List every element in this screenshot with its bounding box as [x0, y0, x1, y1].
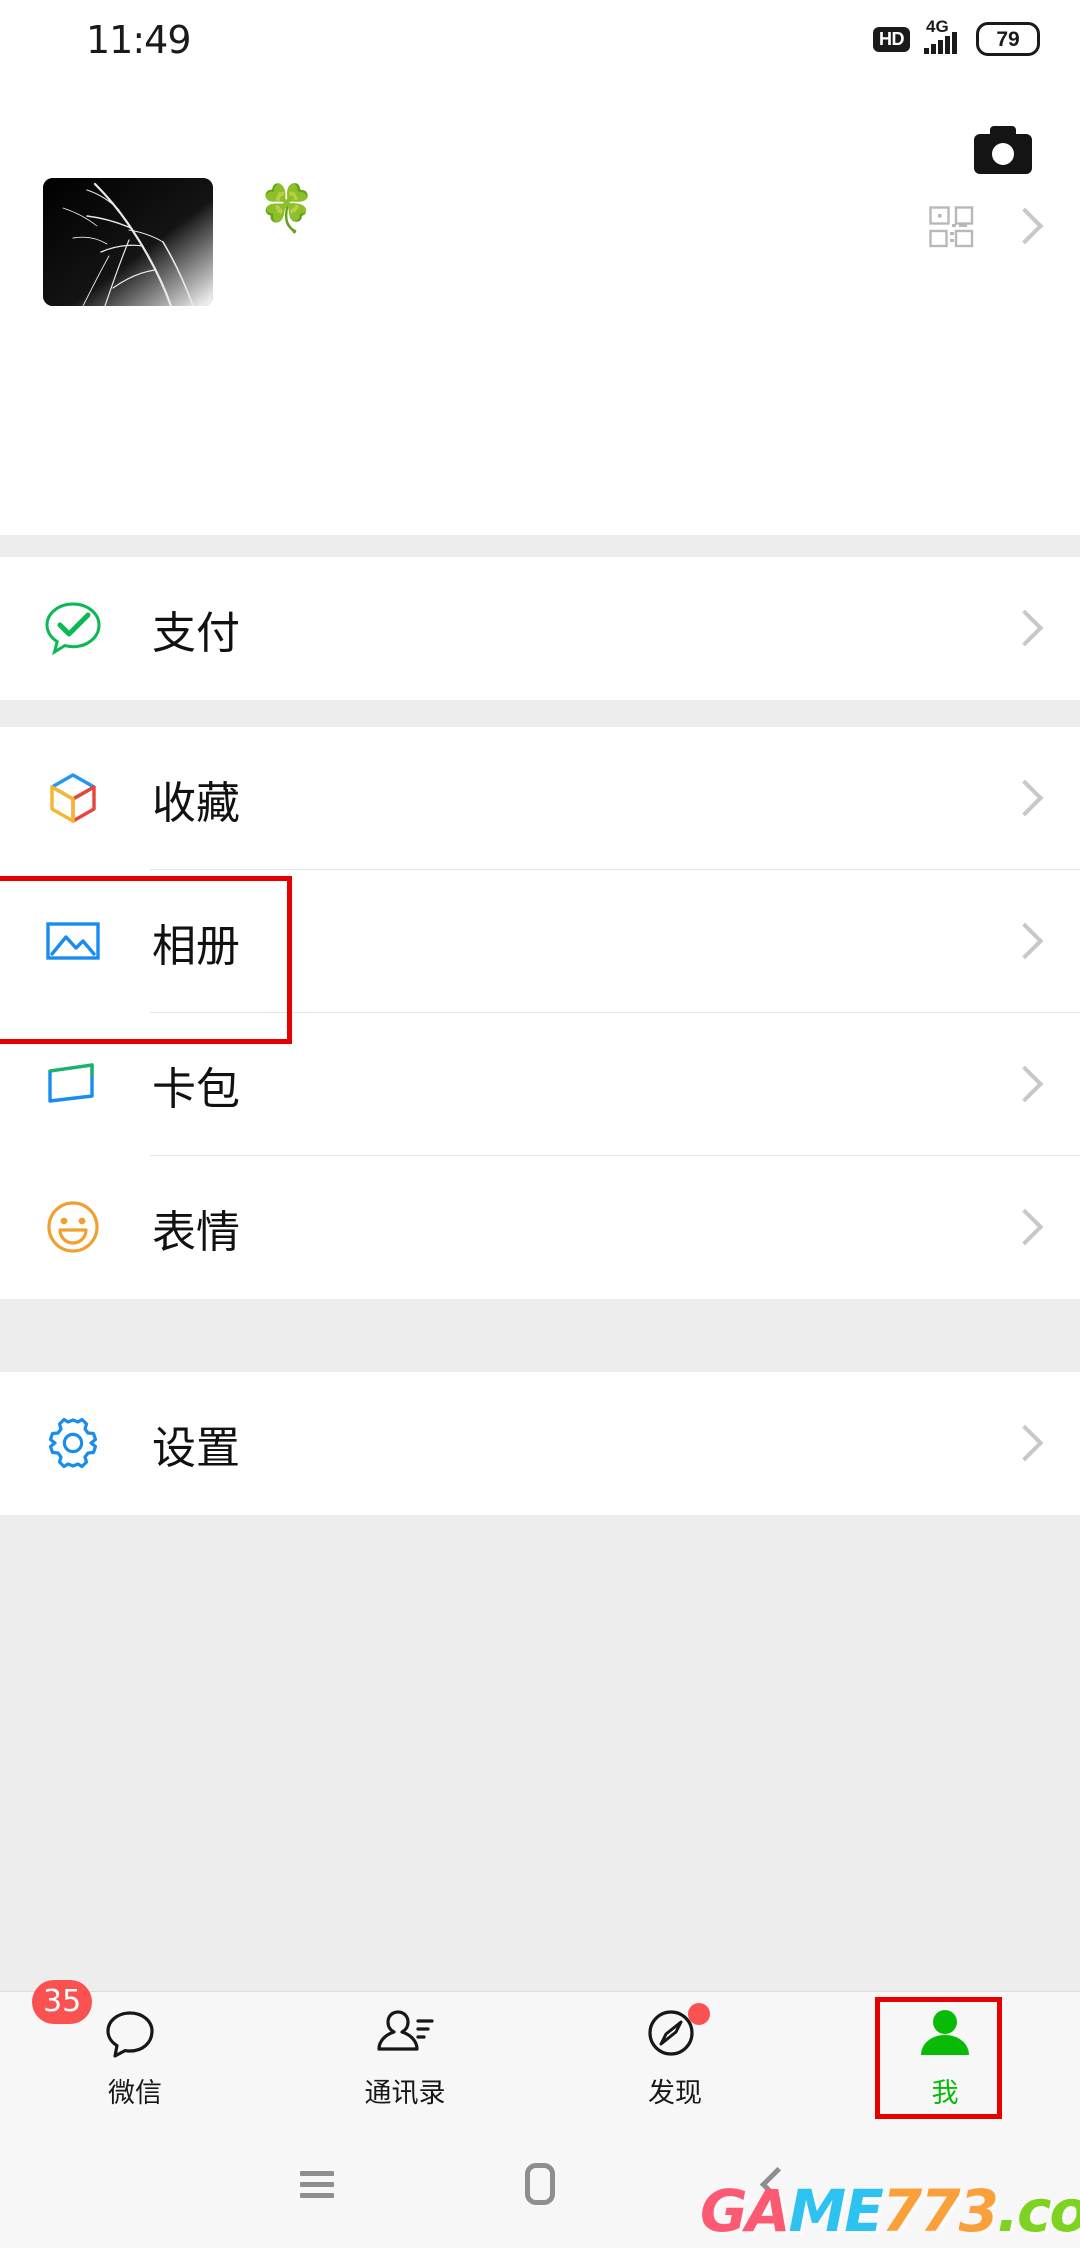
battery-icon: 79 — [976, 22, 1040, 56]
album-photo-icon — [43, 911, 103, 971]
watermark-part-4: .com — [996, 2177, 1080, 2245]
list-item-favorites[interactable]: 收藏 — [0, 727, 1080, 870]
home-square-shape — [525, 2163, 555, 2205]
watermark-part-3: 773 — [881, 2177, 999, 2245]
cards-wallet-icon — [43, 1054, 103, 1114]
chevron-right-icon — [1006, 207, 1044, 245]
section-services: 收藏 相册 卡包 表情 — [0, 727, 1080, 1299]
sticker-smiley-icon — [43, 1197, 103, 1257]
avatar[interactable] — [43, 178, 213, 306]
unread-badge: 35 — [32, 1980, 93, 2024]
android-nav-bar: GAME773.com — [0, 2120, 1080, 2248]
camera-lens — [992, 143, 1014, 165]
list-item-label: 支付 — [152, 607, 240, 659]
tab-me[interactable]: 我 — [810, 1992, 1080, 2120]
list-item-label: 卡包 — [152, 1063, 240, 1115]
profile-name: 🍀 — [258, 181, 316, 235]
status-indicators: HD 4G 79 — [873, 18, 1040, 59]
tab-wechat[interactable]: 35 微信 — [0, 1980, 270, 2120]
chevron-right-icon — [1006, 1424, 1044, 1462]
list-item-label: 相册 — [152, 920, 240, 972]
settings-gear-icon — [43, 1413, 103, 1473]
watermark-part-1: GA — [700, 2177, 790, 2245]
status-bar: 11:49 HD 4G 79 — [0, 0, 1080, 78]
list-item-pay[interactable]: 支付 — [0, 557, 1080, 700]
list-item-label: 设置 — [152, 1422, 240, 1474]
hamburger-lines — [300, 2165, 334, 2204]
site-watermark: GAME773.com — [700, 2182, 1080, 2240]
section-pay: 支付 — [0, 557, 1080, 700]
status-time: 11:49 — [86, 18, 192, 62]
camera-icon[interactable] — [974, 126, 1032, 174]
chat-bubble-icon — [104, 2007, 166, 2065]
list-item-label: 表情 — [152, 1206, 240, 1258]
favorites-cube-icon — [43, 768, 103, 828]
person-icon — [914, 2007, 976, 2065]
watermark-part-2: ME — [788, 2177, 884, 2245]
tab-label: 我 — [931, 2077, 959, 2109]
pay-icon — [43, 598, 103, 658]
hd-icon: HD — [873, 26, 910, 52]
tab-contacts[interactable]: 通讯录 — [270, 1992, 540, 2120]
signal-icon: 4G — [920, 18, 966, 58]
tab-label: 通讯录 — [364, 2077, 446, 2109]
chevron-right-icon — [1006, 922, 1044, 960]
home-square-icon[interactable] — [485, 2144, 595, 2224]
list-item-cards[interactable]: 卡包 — [0, 1013, 1080, 1156]
signal-bars-icon — [924, 32, 957, 54]
battery-level-label: 79 — [996, 27, 1020, 51]
profile-row[interactable]: 🍀 — [0, 178, 1080, 408]
chevron-right-icon — [1006, 1208, 1044, 1246]
bottom-tab-bar: 35 微信 通讯录 发现 我 — [0, 1980, 1080, 2120]
profile-header: 🍀 — [0, 78, 1080, 535]
chevron-right-icon — [1006, 1065, 1044, 1103]
list-item-album[interactable]: 相册 — [0, 870, 1080, 1013]
list-item-stickers[interactable]: 表情 — [0, 1156, 1080, 1299]
list-item-settings[interactable]: 设置 — [0, 1372, 1080, 1515]
notification-dot — [688, 2002, 710, 2025]
tab-label: 微信 — [108, 2077, 162, 2109]
tab-label: 发现 — [648, 2077, 702, 2109]
list-item-label: 收藏 — [152, 777, 240, 829]
menu-recents-icon[interactable] — [262, 2144, 372, 2224]
section-settings: 设置 — [0, 1372, 1080, 1515]
chevron-right-icon — [1006, 609, 1044, 647]
wechat-me-screen: 11:49 HD 4G 79 🍀 支付 收藏 相册 卡包 表情 设置 35 微信… — [0, 0, 1080, 2248]
compass-icon — [644, 2002, 710, 2065]
chevron-right-icon — [1006, 779, 1044, 817]
qr-code-icon[interactable] — [929, 206, 975, 248]
contacts-icon — [374, 2007, 436, 2065]
tab-discover[interactable]: 发现 — [540, 1992, 810, 2120]
